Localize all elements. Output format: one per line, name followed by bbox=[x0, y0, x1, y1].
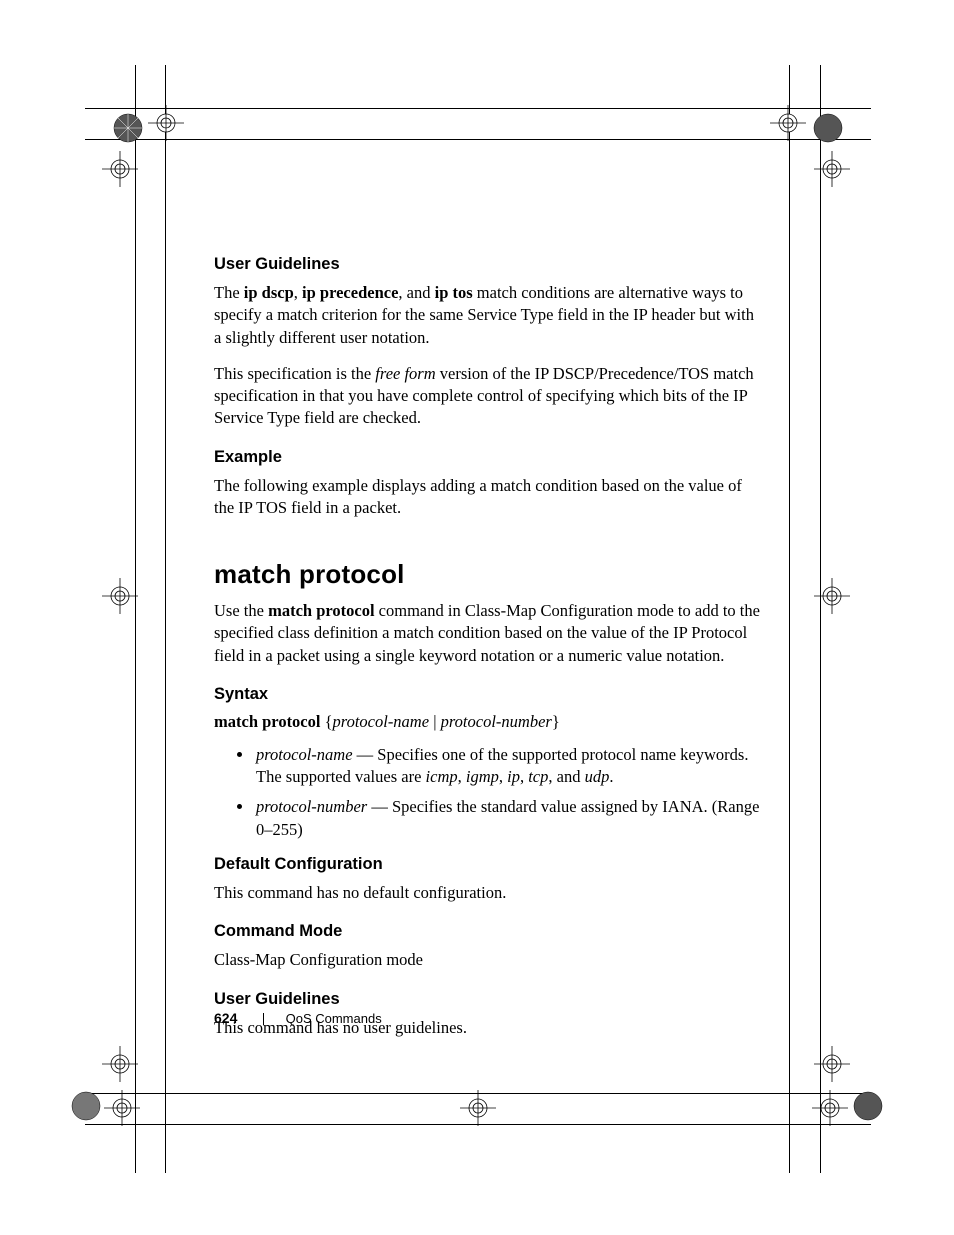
text-italic: protocol-name bbox=[333, 712, 430, 731]
crop-line bbox=[135, 65, 136, 1173]
heading-syntax: Syntax bbox=[214, 685, 764, 704]
text: This specification is the bbox=[214, 364, 375, 383]
syntax-bullets: protocol-name — Specifies one of the sup… bbox=[214, 744, 764, 841]
heading-user-guidelines: User Guidelines bbox=[214, 255, 764, 274]
registration-mark-icon bbox=[66, 1086, 106, 1126]
crosshair-icon bbox=[458, 1088, 498, 1128]
text-italic: igmp bbox=[466, 767, 499, 786]
text-bold: ip precedence bbox=[302, 283, 398, 302]
crop-line bbox=[85, 108, 871, 109]
text-italic: protocol-number bbox=[256, 797, 367, 816]
crosshair-icon bbox=[768, 103, 808, 143]
text-italic: protocol-name bbox=[256, 745, 353, 764]
paragraph: Class-Map Configuration mode bbox=[214, 949, 764, 971]
paragraph: The ip dscp, ip precedence, and ip tos m… bbox=[214, 282, 764, 349]
text: } bbox=[552, 712, 560, 731]
text: | bbox=[429, 712, 441, 731]
text-italic: protocol-number bbox=[441, 712, 552, 731]
text-bold: ip dscp bbox=[244, 283, 294, 302]
heading-default-configuration: Default Configuration bbox=[214, 855, 764, 874]
text: , bbox=[294, 283, 302, 302]
crop-line bbox=[820, 65, 821, 1173]
heading-example: Example bbox=[214, 448, 764, 467]
heading-match-protocol: match protocol bbox=[214, 559, 764, 590]
list-item: protocol-number — Specifies the standard… bbox=[254, 796, 764, 841]
crosshair-icon bbox=[100, 1044, 140, 1084]
crop-line bbox=[789, 65, 790, 1173]
registration-mark-icon bbox=[848, 1086, 888, 1126]
text-bold: ip tos bbox=[435, 283, 473, 302]
registration-mark-icon bbox=[108, 108, 148, 148]
text: , and bbox=[398, 283, 434, 302]
paragraph: The following example displays adding a … bbox=[214, 475, 764, 520]
text-italic: ip bbox=[507, 767, 520, 786]
paragraph: Use the match protocol command in Class-… bbox=[214, 600, 764, 667]
page-footer: 624 QoS Commands bbox=[214, 1010, 382, 1026]
paragraph: This specification is the free form vers… bbox=[214, 363, 764, 430]
crosshair-icon bbox=[100, 149, 140, 189]
crop-line bbox=[165, 65, 166, 1173]
text-bold: match protocol bbox=[268, 601, 374, 620]
text-italic: icmp bbox=[426, 767, 458, 786]
registration-mark-icon bbox=[808, 108, 848, 148]
text: { bbox=[320, 712, 332, 731]
text-bold: match protocol bbox=[214, 712, 320, 731]
text: , bbox=[520, 767, 528, 786]
crosshair-icon bbox=[102, 1088, 142, 1128]
text-italic: tcp bbox=[528, 767, 548, 786]
crosshair-icon bbox=[810, 1088, 850, 1128]
text-italic: free form bbox=[375, 364, 435, 383]
syntax-line: match protocol {protocol-name | protocol… bbox=[214, 712, 764, 732]
page-content: User Guidelines The ip dscp, ip preceden… bbox=[214, 255, 764, 1053]
text: . bbox=[609, 767, 613, 786]
crosshair-icon bbox=[100, 576, 140, 616]
crop-line bbox=[85, 139, 871, 140]
heading-user-guidelines-2: User Guidelines bbox=[214, 990, 764, 1009]
paragraph: This command has no default configuratio… bbox=[214, 882, 764, 904]
page-number: 624 bbox=[214, 1010, 237, 1026]
heading-command-mode: Command Mode bbox=[214, 922, 764, 941]
text: , and bbox=[548, 767, 584, 786]
footer-separator bbox=[263, 1013, 264, 1025]
crosshair-icon bbox=[812, 576, 852, 616]
footer-section: QoS Commands bbox=[286, 1011, 382, 1026]
list-item: protocol-name — Specifies one of the sup… bbox=[254, 744, 764, 789]
crosshair-icon bbox=[812, 1044, 852, 1084]
text: , bbox=[458, 767, 466, 786]
crosshair-icon bbox=[146, 103, 186, 143]
text: The bbox=[214, 283, 244, 302]
text: , bbox=[499, 767, 507, 786]
text-italic: udp bbox=[585, 767, 610, 786]
text: Use the bbox=[214, 601, 268, 620]
crosshair-icon bbox=[812, 149, 852, 189]
